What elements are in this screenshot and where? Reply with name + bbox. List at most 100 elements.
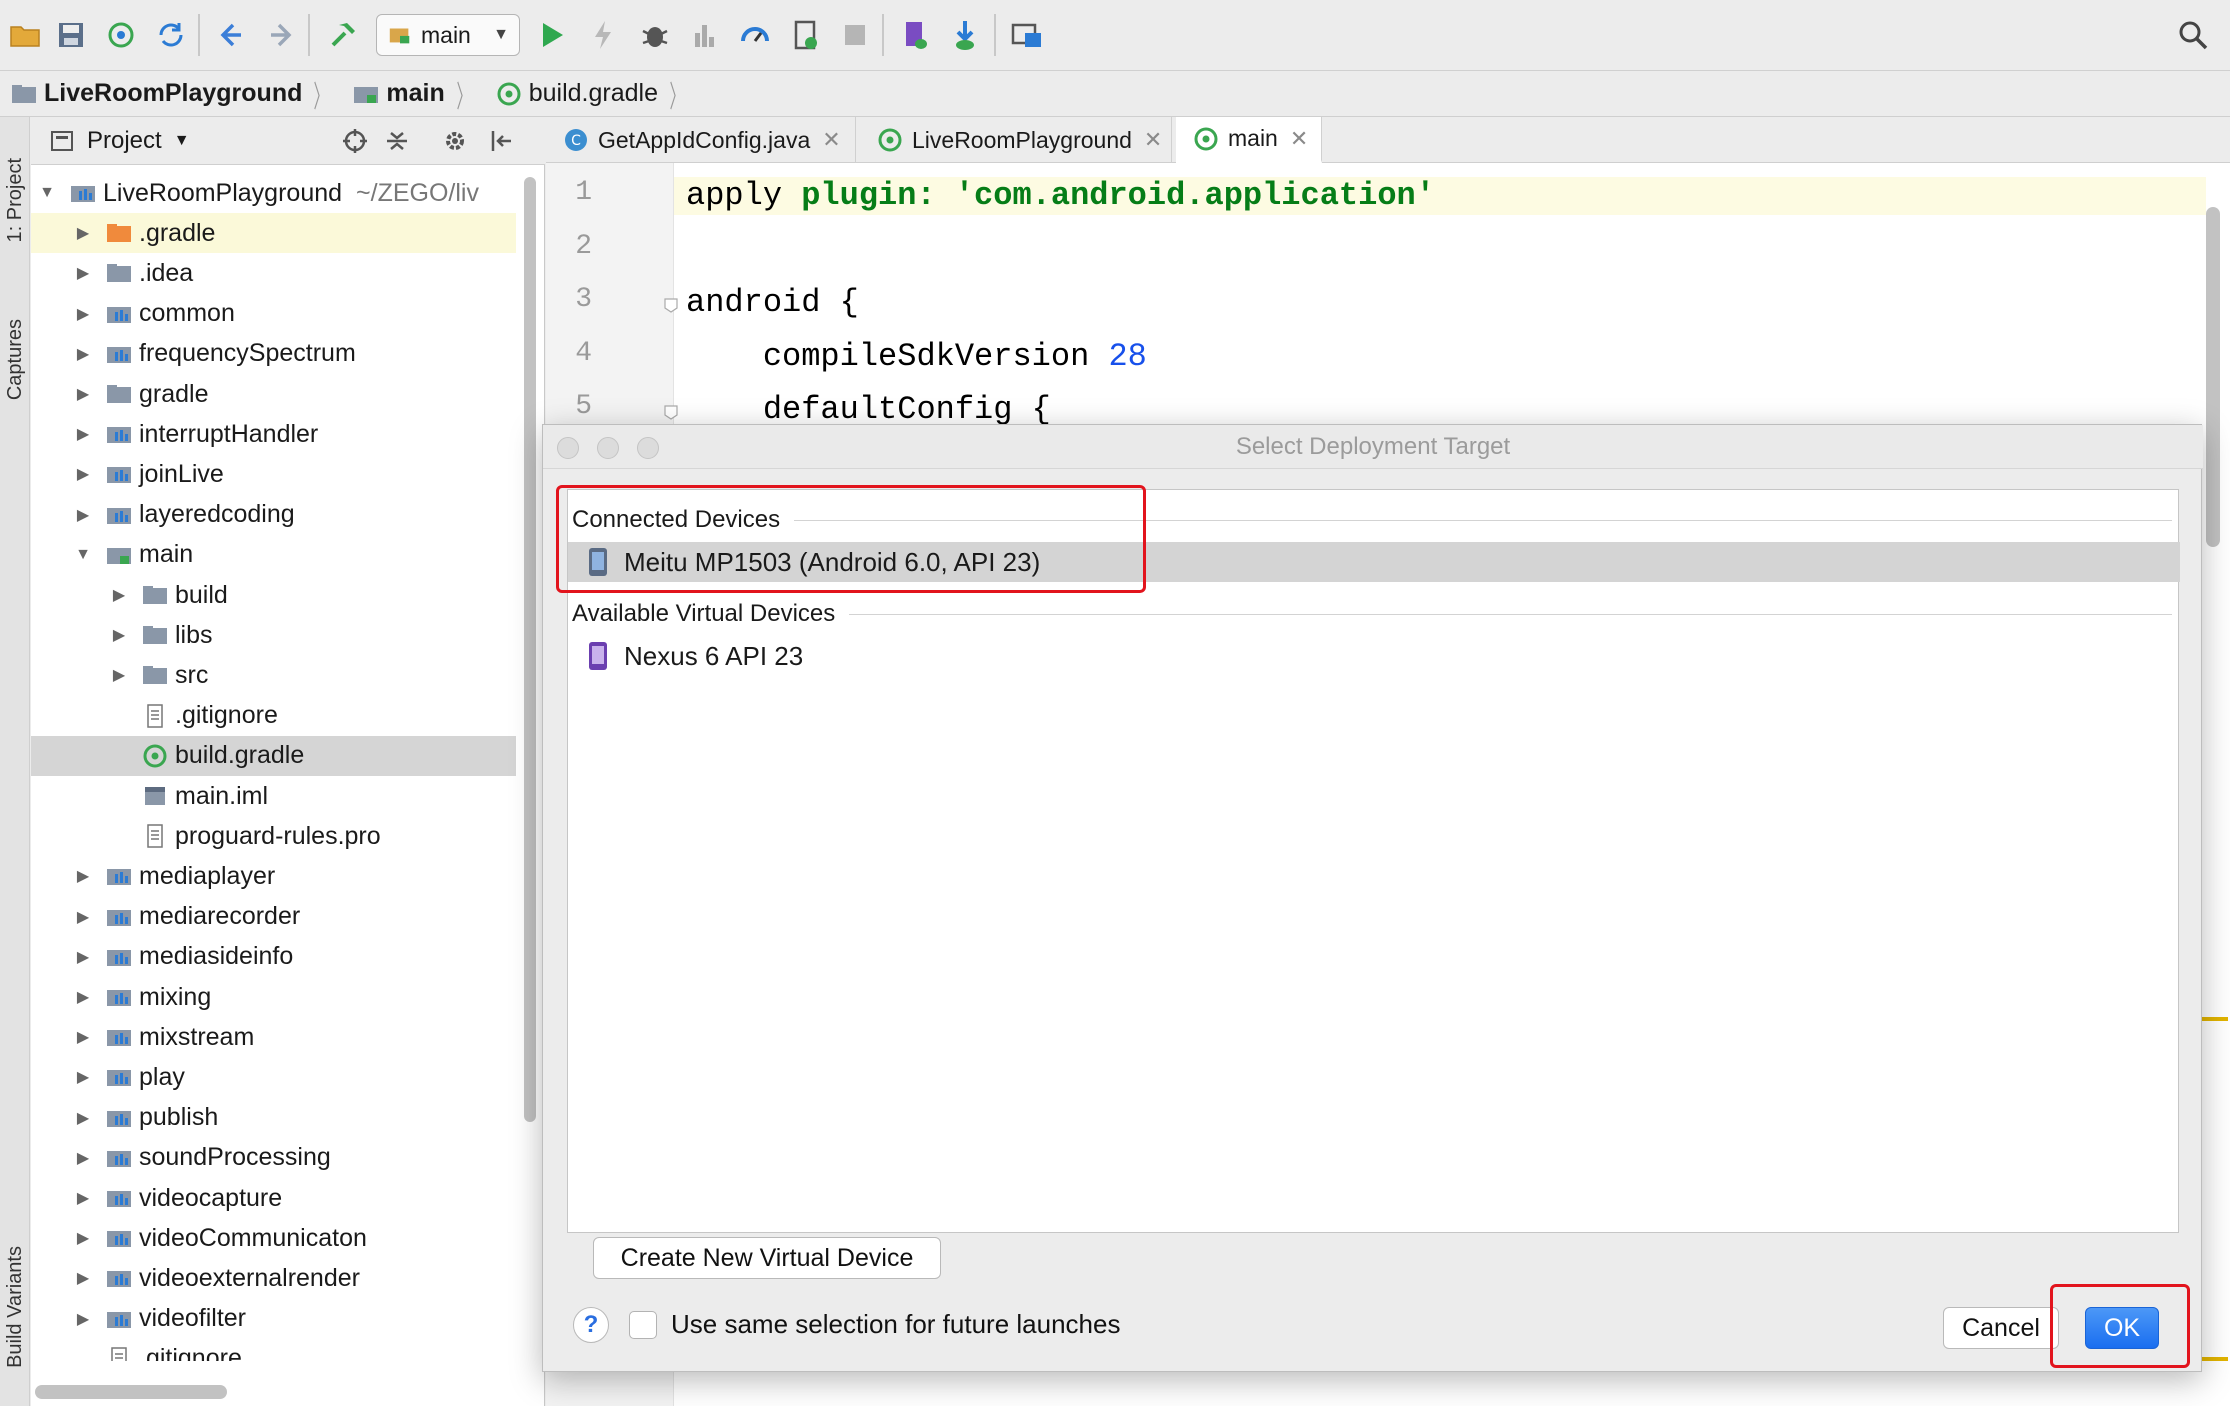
expand-arrow-closed-icon[interactable]: ▶: [73, 1268, 93, 1288]
tree-item[interactable]: ▶ joinLive: [31, 454, 516, 494]
tree-item[interactable]: ▶ mediaplayer: [31, 856, 516, 896]
breadcrumb-item-project[interactable]: LiveRoomPlayground 〉: [0, 71, 342, 117]
expand-arrow-closed-icon[interactable]: ▶: [73, 1148, 93, 1168]
tree-item[interactable]: .gitignore: [31, 1339, 516, 1361]
tree-item[interactable]: ▶ .idea: [31, 253, 516, 293]
apply-changes-icon[interactable]: [580, 12, 626, 58]
hide-panel-icon[interactable]: [487, 127, 515, 155]
expand-arrow-closed-icon[interactable]: ▶: [73, 866, 93, 886]
expand-arrow-closed-icon[interactable]: ▶: [73, 424, 93, 444]
tree-item[interactable]: ▶ publish: [31, 1098, 516, 1138]
tab-liveroomplayground[interactable]: LiveRoomPlayground ✕: [860, 117, 1172, 163]
code-line[interactable]: apply plugin: 'com.android.application': [674, 177, 2206, 215]
attach-debugger-icon[interactable]: [732, 12, 778, 58]
breadcrumb-item-file[interactable]: build.gradle 〉: [485, 71, 698, 117]
expand-arrow-closed-icon[interactable]: ▶: [109, 665, 129, 685]
captures-tool-tab[interactable]: Captures: [0, 295, 30, 425]
expand-arrow-closed-icon[interactable]: ▶: [73, 223, 93, 243]
tree-item[interactable]: ▶ videocapture: [31, 1178, 516, 1218]
close-icon[interactable]: ✕: [822, 127, 840, 153]
back-icon[interactable]: [208, 12, 254, 58]
expand-arrow-closed-icon[interactable]: ▶: [73, 1108, 93, 1128]
code-line[interactable]: [686, 231, 2206, 269]
tab-main[interactable]: main ✕: [1176, 117, 1322, 163]
avd-manager-icon[interactable]: [942, 12, 988, 58]
tree-item[interactable]: .gitignore: [31, 696, 516, 736]
tree-item[interactable]: ▶ libs: [31, 615, 516, 655]
refresh-icon[interactable]: [148, 12, 194, 58]
tree-item[interactable]: ▶ videoCommunicaton: [31, 1218, 516, 1258]
tree-item[interactable]: ▶ layeredcoding: [31, 495, 516, 535]
expand-arrow-closed-icon[interactable]: ▶: [73, 1309, 93, 1329]
tree-item[interactable]: ▶ common: [31, 294, 516, 334]
tree-item[interactable]: ▶ play: [31, 1057, 516, 1097]
project-tree-horizontal-scrollbar[interactable]: [35, 1385, 227, 1399]
expand-arrow-closed-icon[interactable]: ▶: [73, 947, 93, 967]
run-configuration-select[interactable]: main ▼: [376, 14, 520, 56]
expand-arrow-closed-icon[interactable]: ▶: [73, 1067, 93, 1087]
project-tree-vertical-scrollbar[interactable]: [524, 177, 536, 1122]
expand-arrow-closed-icon[interactable]: ▶: [73, 344, 93, 364]
tree-item[interactable]: ▶ mixstream: [31, 1017, 516, 1057]
breadcrumb-item-module[interactable]: main 〉: [342, 71, 484, 117]
save-icon[interactable]: [48, 12, 94, 58]
tree-item[interactable]: main.iml: [31, 776, 516, 816]
expand-arrow-closed-icon[interactable]: ▶: [73, 987, 93, 1007]
tree-item[interactable]: build.gradle: [31, 735, 516, 776]
collapse-all-icon[interactable]: [383, 127, 411, 155]
sdk-manager-icon[interactable]: [892, 12, 938, 58]
project-view-select[interactable]: Project: [87, 127, 162, 155]
tree-item[interactable]: ▶ videofilter: [31, 1299, 516, 1339]
expand-arrow-closed-icon[interactable]: ▶: [73, 464, 93, 484]
gear-icon[interactable]: [441, 127, 469, 155]
fold-marker-icon[interactable]: [662, 296, 680, 314]
build-variants-tool-tab[interactable]: Build Variants: [0, 1217, 30, 1397]
help-button[interactable]: ?: [573, 1307, 609, 1343]
build-hammer-icon[interactable]: [320, 12, 366, 58]
expand-arrow-closed-icon[interactable]: ▶: [73, 263, 93, 283]
tree-item[interactable]: ▶ mediasideinfo: [31, 937, 516, 977]
tab-getappidconfig-java[interactable]: C GetAppIdConfig.java ✕: [546, 117, 856, 163]
device-file-icon[interactable]: [782, 12, 828, 58]
profile-icon[interactable]: [682, 12, 728, 58]
stop-icon[interactable]: [832, 12, 878, 58]
expand-arrow-closed-icon[interactable]: ▶: [73, 1027, 93, 1047]
tree-item[interactable]: ▶ videoexternalrender: [31, 1258, 516, 1298]
expand-arrow-closed-icon[interactable]: ▶: [73, 304, 93, 324]
fold-marker-icon[interactable]: [662, 403, 680, 421]
tree-item[interactable]: ▼ LiveRoomPlayground ~/ZEGO/liv: [31, 173, 516, 213]
editor-vertical-scrollbar[interactable]: [2206, 207, 2220, 547]
cancel-button[interactable]: Cancel: [1943, 1307, 2059, 1349]
tree-item[interactable]: ▶ gradle: [31, 374, 516, 414]
create-new-virtual-device-button[interactable]: Create New Virtual Device: [593, 1237, 941, 1279]
close-icon[interactable]: ✕: [1144, 127, 1162, 153]
expand-arrow-closed-icon[interactable]: ▶: [73, 384, 93, 404]
debug-icon[interactable]: [632, 12, 678, 58]
tree-item[interactable]: ▶ build: [31, 575, 516, 615]
forward-icon[interactable]: [258, 12, 304, 58]
expand-arrow-closed-icon[interactable]: ▶: [109, 625, 129, 645]
search-icon[interactable]: [2170, 12, 2216, 58]
device-item-nexus-6-api-23[interactable]: Nexus 6 API 23: [568, 636, 2180, 676]
run-icon[interactable]: [528, 12, 574, 58]
tree-item[interactable]: ▶ interruptHandler: [31, 414, 516, 454]
same-selection-checkbox[interactable]: [629, 1311, 657, 1339]
tree-item[interactable]: ▶ frequencySpectrum: [31, 334, 516, 374]
expand-arrow-open-icon[interactable]: ▼: [73, 546, 93, 564]
project-tool-tab[interactable]: 1: Project: [0, 125, 30, 275]
tree-item[interactable]: ▶ .gradle: [31, 213, 516, 254]
expand-arrow-open-icon[interactable]: ▼: [37, 184, 57, 202]
chevron-down-icon[interactable]: ▼: [174, 132, 190, 150]
expand-arrow-closed-icon[interactable]: ▶: [73, 1228, 93, 1248]
expand-arrow-closed-icon[interactable]: ▶: [73, 505, 93, 525]
warning-marker[interactable]: [2200, 1357, 2228, 1361]
locate-target-icon[interactable]: [341, 127, 369, 155]
open-folder-icon[interactable]: [2, 12, 48, 58]
warning-marker[interactable]: [2200, 1017, 2228, 1021]
tree-item[interactable]: ▶ mixing: [31, 977, 516, 1017]
sync-icon[interactable]: [98, 12, 144, 58]
expand-arrow-closed-icon[interactable]: ▶: [73, 1188, 93, 1208]
code-line[interactable]: compileSdkVersion 28: [686, 338, 2206, 376]
expand-arrow-closed-icon[interactable]: ▶: [109, 585, 129, 605]
code-line[interactable]: android {: [686, 284, 2206, 322]
